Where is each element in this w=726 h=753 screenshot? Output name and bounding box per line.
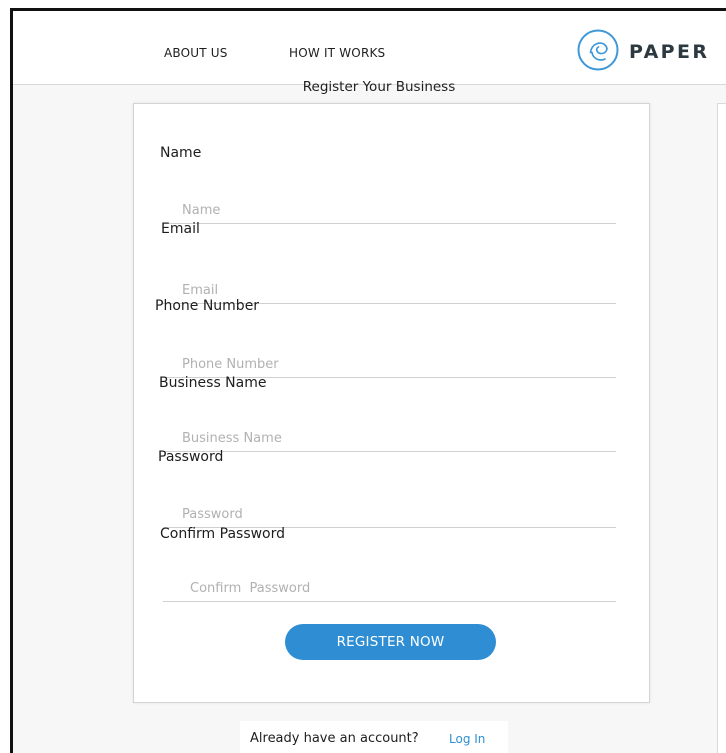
register-now-button[interactable]: REGISTER NOW xyxy=(285,624,496,660)
brand-name: PAPER xyxy=(629,41,710,63)
nav-how-it-works[interactable]: HOW IT WORKS xyxy=(289,46,385,60)
email-label: Email xyxy=(161,221,200,237)
business-name-input[interactable] xyxy=(163,426,616,452)
business-name-label: Business Name xyxy=(159,375,267,391)
login-prompt-text: Already have an account? xyxy=(250,731,419,746)
phone-label: Phone Number xyxy=(155,298,260,314)
app-window: ABOUT US HOW IT WORKS PAPER Register You… xyxy=(10,8,726,753)
paper-logo-icon xyxy=(577,29,619,71)
confirm-password-label: Confirm Password xyxy=(160,526,286,542)
login-link[interactable]: Log In xyxy=(449,732,485,746)
login-prompt: Already have an account? Log In xyxy=(240,721,508,753)
nav-about-us[interactable]: ABOUT US xyxy=(164,46,228,60)
confirm-password-input[interactable] xyxy=(163,576,616,602)
page-title: Register Your Business xyxy=(302,79,456,95)
register-card: Name Email Phone Number Business Name Pa… xyxy=(133,103,650,703)
side-panel xyxy=(717,103,726,753)
password-input[interactable] xyxy=(163,502,616,528)
name-input[interactable] xyxy=(163,198,616,224)
name-label: Name xyxy=(160,145,202,161)
page-heading-row: Register Your Business xyxy=(13,79,726,95)
top-navbar: ABOUT US HOW IT WORKS PAPER xyxy=(13,11,726,85)
password-label: Password xyxy=(158,449,224,465)
